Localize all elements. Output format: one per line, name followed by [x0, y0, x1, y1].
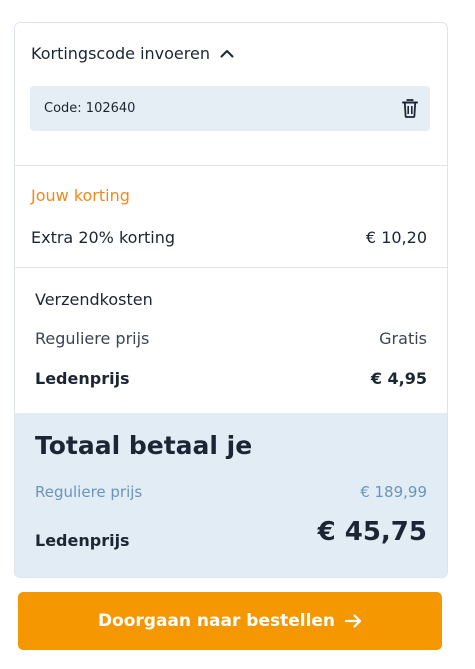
shipping-regular-label: Reguliere prijs [35, 329, 150, 348]
section-divider [15, 165, 447, 166]
total-regular-row: Reguliere prijs € 189,99 [35, 483, 427, 501]
shipping-member-value: € 4,95 [370, 369, 427, 388]
section-divider [15, 267, 447, 268]
discount-row: Extra 20% korting € 10,20 [31, 228, 427, 247]
total-member-label: Ledenprijs [35, 531, 130, 550]
shipping-regular-row: Reguliere prijs Gratis [35, 329, 427, 348]
total-regular-label: Reguliere prijs [35, 483, 143, 501]
discount-heading: Jouw korting [31, 186, 130, 205]
discount-description: Extra 20% korting [31, 228, 176, 247]
total-title: Totaal betaal je [35, 431, 253, 460]
trash-icon [402, 99, 418, 118]
shipping-member-label: Ledenprijs [35, 369, 130, 388]
applied-code-text: Code: 102640 [44, 101, 136, 116]
remove-code-button[interactable] [402, 99, 418, 118]
discount-amount: € 10,20 [365, 228, 427, 247]
applied-discount-code: Code: 102640 [30, 86, 430, 131]
order-summary-card: Kortingscode invoeren Code: 102640 Jouw … [14, 22, 448, 578]
shipping-heading: Verzendkosten [35, 290, 153, 309]
total-section: Totaal betaal je Reguliere prijs € 189,9… [15, 413, 447, 577]
total-regular-value: € 189,99 [360, 483, 427, 501]
checkout-button[interactable]: Doorgaan naar bestellen [18, 592, 442, 650]
shipping-member-row: Ledenprijs € 4,95 [35, 369, 427, 388]
discount-code-toggle-label: Kortingscode invoeren [31, 44, 210, 63]
shipping-regular-value: Gratis [379, 329, 427, 348]
total-member-price: € 45,75 [317, 517, 427, 547]
chevron-up-icon [220, 49, 234, 58]
arrow-right-icon [345, 614, 362, 628]
checkout-button-label: Doorgaan naar bestellen [97, 611, 336, 631]
discount-code-toggle[interactable]: Kortingscode invoeren [31, 44, 234, 63]
